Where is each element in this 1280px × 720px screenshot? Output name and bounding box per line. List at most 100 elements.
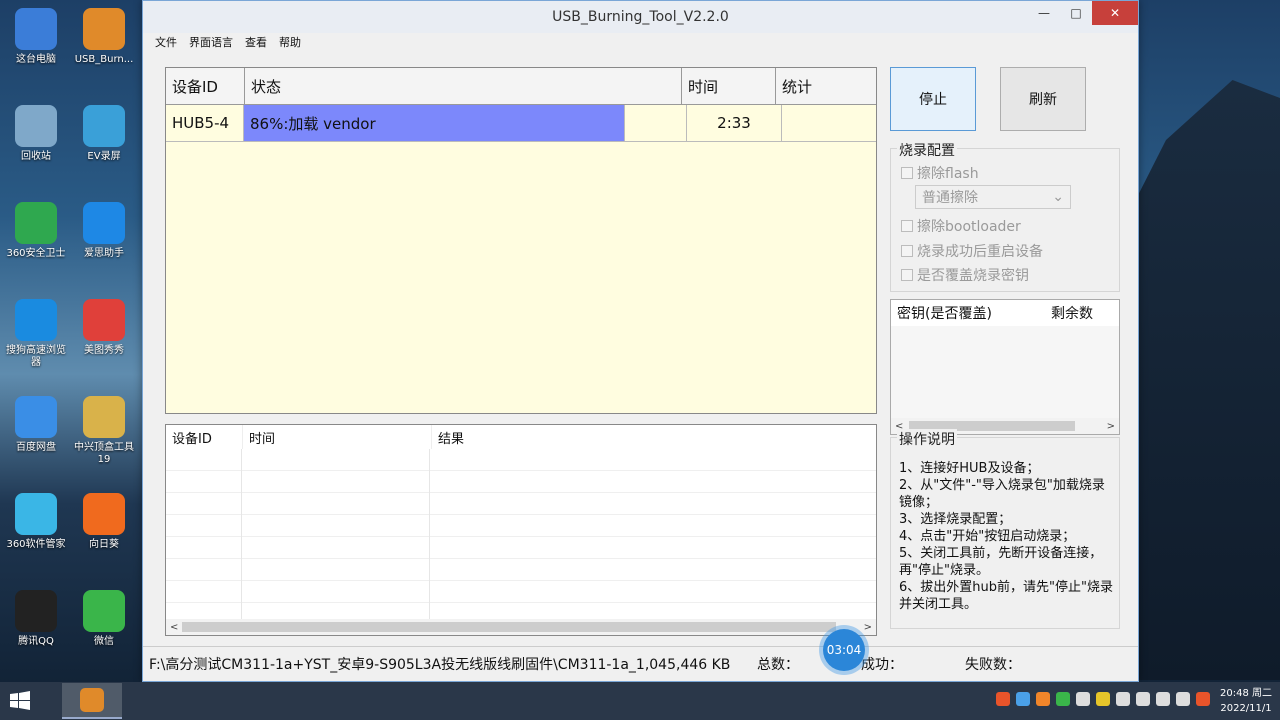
device-id-cell: HUB5-4 (166, 105, 244, 141)
log-col-result[interactable]: 结果 (432, 425, 838, 449)
log-col-device-id[interactable]: 设备ID (166, 425, 243, 449)
tray-sogou-ime-icon[interactable] (1196, 692, 1210, 706)
reboot-after-checkbox[interactable]: 烧录成功后重启设备 (901, 241, 1043, 261)
taskbar-usb-burn-app[interactable] (62, 683, 122, 719)
scroll-right-icon[interactable]: > (864, 622, 872, 633)
sogou-browser-icon (15, 299, 57, 341)
taskbar-clock[interactable]: 20:48 周二 2022/11/1 (1220, 686, 1272, 716)
tray-flag-icon[interactable] (1076, 692, 1090, 706)
ev-recorder-icon (83, 105, 125, 147)
table-row[interactable]: HUB5-4 86%:加载 vendor 2:33 (166, 105, 876, 142)
menu-file[interactable]: 文件 (155, 34, 177, 50)
desktop-icon-label: 美图秀秀 (84, 345, 124, 356)
usb-burn-icon (83, 8, 125, 50)
desktop-icon-label: USB_Burn... (74, 54, 134, 65)
log-hscroll[interactable]: < > (166, 619, 876, 635)
col-time[interactable]: 时间 (682, 68, 776, 104)
desktop-icon-label: 向日葵 (89, 539, 119, 550)
instructions-title: 操作说明 (897, 429, 957, 449)
scroll-left-icon[interactable]: < (170, 622, 178, 633)
erase-bootloader-checkbox[interactable]: 擦除bootloader (901, 216, 1021, 236)
close-icon[interactable]: ✕ (1092, 1, 1138, 25)
tray-ime-icon[interactable] (1176, 692, 1190, 706)
col-device-id[interactable]: 设备ID (166, 68, 245, 104)
total-label: 总数： (757, 657, 799, 673)
tray-wechat-icon[interactable] (1056, 692, 1070, 706)
tray-battery-icon[interactable] (1116, 692, 1130, 706)
desktop-icon-label: 搜狗高速浏览器 (6, 345, 66, 368)
desktop-icon[interactable]: 微信 (72, 590, 136, 648)
system-tray (996, 692, 1210, 706)
col-stats[interactable]: 统计 (776, 68, 869, 104)
wechat-icon (83, 590, 125, 632)
scroll-thumb[interactable] (182, 622, 836, 632)
key-col[interactable]: 密钥(是否覆盖) (891, 300, 1045, 326)
erase-mode-select[interactable]: 普通擦除 ⌄ (915, 185, 1071, 209)
desktop-icon[interactable]: 百度网盘 (4, 396, 68, 454)
tray-network-icon[interactable] (1136, 692, 1150, 706)
overwrite-key-checkbox[interactable]: 是否覆盖烧录密钥 (901, 265, 1029, 285)
desktop-icon[interactable]: 搜狗高速浏览器 (4, 299, 68, 369)
log-body (166, 449, 876, 619)
desktop-icon[interactable]: 360安全卫士 (4, 202, 68, 260)
success-label: 成功： (861, 657, 903, 673)
stop-button[interactable]: 停止 (890, 67, 976, 131)
col-status[interactable]: 状态 (245, 68, 682, 104)
time-cell: 2:33 (687, 105, 782, 141)
desktop-icon-label: EV录屏 (87, 151, 121, 162)
baidu-netdisk-icon (15, 396, 57, 438)
remaining-col[interactable]: 剩余数 (1045, 300, 1093, 326)
desktop-icon[interactable]: USB_Burn... (72, 8, 136, 66)
computer-icon (15, 8, 57, 50)
fail-label: 失败数： (965, 657, 1021, 673)
aisi-icon (83, 202, 125, 244)
recording-timer[interactable]: 03:04 (823, 629, 865, 671)
minimize-icon[interactable]: — (1028, 1, 1060, 25)
clock-time: 20:48 周二 (1220, 688, 1272, 699)
instructions-text: 1、连接好HUB及设备； 2、从"文件"-"导入烧录包"加载烧录镜像； 3、选择… (899, 461, 1113, 612)
desktop-icon[interactable]: EV录屏 (72, 105, 136, 163)
status-text: 86%:加载 vendor (250, 114, 376, 133)
desktop-icon[interactable]: 美图秀秀 (72, 299, 136, 357)
desktop-icon[interactable]: 中兴顶盒工具19 (72, 396, 136, 466)
status-bar: F:\高分测试CM311-1a+YST_安卓9-S905L3A投无线版线刷固件\… (143, 646, 1138, 681)
tray-sogou-icon[interactable] (996, 692, 1010, 706)
desktop-icon-label: 爱思助手 (84, 248, 124, 259)
desktop-icon[interactable]: 向日葵 (72, 493, 136, 551)
title-bar[interactable]: USB_Burning_Tool_V2.2.0 — □ ✕ (143, 1, 1138, 33)
log-table: 设备ID 时间 结果 < > (165, 424, 877, 636)
menu-bar: 文件 界面语言 查看 帮助 (143, 33, 1138, 51)
clock-date: 2022/11/1 (1220, 703, 1272, 714)
tray-volume-icon[interactable] (1156, 692, 1170, 706)
qq-icon (15, 590, 57, 632)
menu-help[interactable]: 帮助 (279, 34, 301, 50)
progress-cell: 86%:加载 vendor (244, 105, 687, 141)
maximize-icon[interactable]: □ (1060, 1, 1092, 25)
tray-app-icon[interactable] (1016, 692, 1030, 706)
desktop-icon-label: 360软件管家 (6, 539, 66, 550)
window-title: USB_Burning_Tool_V2.2.0 (552, 9, 729, 25)
menu-language[interactable]: 界面语言 (189, 34, 233, 50)
tray-360-icon[interactable] (1096, 692, 1110, 706)
desktop-icon-label: 回收站 (21, 151, 51, 162)
log-col-time[interactable]: 时间 (243, 425, 432, 449)
app-window: USB_Burning_Tool_V2.2.0 — □ ✕ 文件 界面语言 查看… (142, 0, 1139, 682)
refresh-button[interactable]: 刷新 (1000, 67, 1086, 131)
desktop-icon[interactable]: 腾讯QQ (4, 590, 68, 648)
desktop-icon[interactable]: 爱思助手 (72, 202, 136, 260)
scroll-right-icon[interactable]: > (1107, 421, 1115, 432)
usb-burn-icon (80, 688, 104, 712)
recycle-bin-icon (15, 105, 57, 147)
desktop-icon[interactable]: 360软件管家 (4, 493, 68, 551)
burn-config-group: 烧录配置 擦除flash 普通擦除 ⌄ 擦除bootloader 烧录成功后重启设… (890, 140, 1120, 292)
erase-flash-checkbox[interactable]: 擦除flash (901, 163, 979, 183)
desktop-icon[interactable]: 这台电脑 (4, 8, 68, 66)
tray-sunflower-icon[interactable] (1036, 692, 1050, 706)
menu-view[interactable]: 查看 (245, 34, 267, 50)
chevron-down-icon: ⌄ (1052, 189, 1064, 205)
burn-config-title: 烧录配置 (897, 140, 957, 160)
key-body (891, 326, 1119, 418)
desktop-icon[interactable]: 回收站 (4, 105, 68, 163)
desktop-icon-label: 360安全卫士 (6, 248, 66, 259)
windows-start-icon[interactable] (0, 682, 40, 720)
